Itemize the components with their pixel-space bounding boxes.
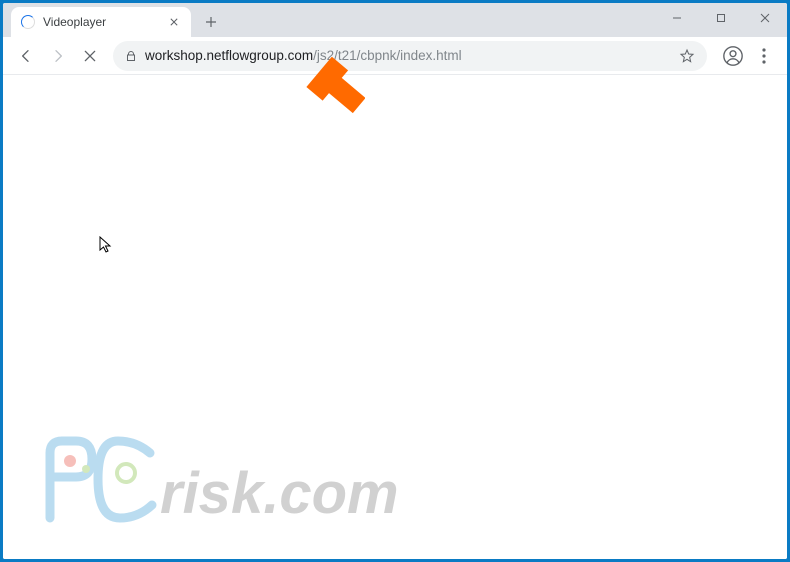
arrow-right-icon [50,48,66,64]
pcrisk-logo: risk.com [30,423,430,533]
forward-button[interactable] [43,41,73,71]
tab-active[interactable]: Videoplayer [11,7,191,37]
url-domain: workshop.netflowgroup.com [145,48,313,63]
minimize-icon [672,13,682,23]
toolbar: workshop.netflowgroup.com/js2/t21/cbpnk/… [3,37,787,75]
maximize-button[interactable] [699,3,743,33]
close-icon [170,18,178,26]
avatar-icon [722,45,744,67]
bookmark-button[interactable] [679,48,695,64]
cursor-icon [99,236,113,254]
arrow-left-icon [18,48,34,64]
star-icon [679,48,695,64]
menu-button[interactable] [749,41,779,71]
back-button[interactable] [11,41,41,71]
lock-icon [125,50,137,62]
mouse-cursor [99,236,113,259]
window-close-button[interactable] [743,3,787,33]
arrow-icon [295,57,365,129]
titlebar: Videoplayer [3,3,787,37]
tab-title: Videoplayer [43,15,159,29]
watermark-text: risk.com [160,461,399,526]
url-text: workshop.netflowgroup.com/js2/t21/cbpnk/… [145,48,671,63]
stop-icon [82,48,98,64]
close-icon [760,13,770,23]
kebab-icon [762,48,766,64]
plus-icon [205,16,217,28]
window-controls [655,3,787,33]
stop-button[interactable] [75,41,105,71]
annotation-arrow [295,57,365,134]
address-bar[interactable]: workshop.netflowgroup.com/js2/t21/cbpnk/… [113,41,707,71]
maximize-icon [716,13,726,23]
minimize-button[interactable] [655,3,699,33]
new-tab-button[interactable] [197,8,225,36]
tab-close-button[interactable] [167,15,181,29]
tab-strip: Videoplayer [3,3,655,37]
loading-spinner-icon [21,15,35,29]
profile-button[interactable] [719,42,747,70]
watermark: risk.com [30,423,430,538]
